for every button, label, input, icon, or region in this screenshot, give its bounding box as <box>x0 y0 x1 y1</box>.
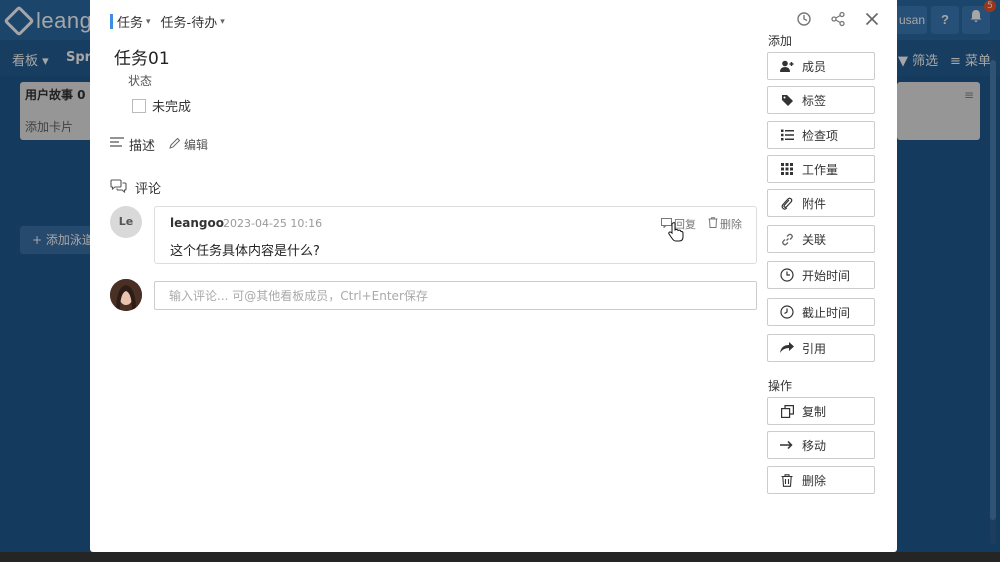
due-time-label: 截止时间 <box>802 305 851 320</box>
delete-comment-button[interactable]: 删除 <box>708 216 742 232</box>
comments-icon <box>110 178 127 197</box>
card-list-select[interactable]: 任务-待办 <box>161 12 218 31</box>
type-color-bar <box>110 14 113 29</box>
ops-section-label: 操作 <box>768 379 793 393</box>
comments-label: 评论 <box>135 182 162 197</box>
start-time-label: 开始时间 <box>802 268 851 283</box>
modal-header-actions <box>795 10 881 28</box>
add-workload-label: 工作量 <box>802 162 839 177</box>
add-tag-label: 标签 <box>802 93 827 108</box>
breadcrumb: 任务 ▾ 任务-待办 ▾ <box>110 12 235 31</box>
comment-author: leangoo <box>170 216 224 230</box>
add-attachment-button[interactable]: 附件 <box>767 189 875 217</box>
add-member-label: 成员 <box>802 59 827 74</box>
checklist-icon <box>780 128 794 142</box>
pencil-icon <box>169 137 181 152</box>
delete-label: 删除 <box>720 218 742 231</box>
trash-icon <box>708 217 718 231</box>
add-tag-button[interactable]: 标签 <box>767 86 875 114</box>
clock-icon <box>780 305 794 319</box>
comment-text: 这个任务具体内容是什么? <box>170 244 320 259</box>
current-user-avatar <box>110 279 142 311</box>
comments-header: 评论 <box>110 178 161 197</box>
comment-item: leangoo 2023-04-25 10:16 回复 删除 这个任务具体内容是… <box>154 206 757 264</box>
avatar: Le <box>110 206 142 238</box>
card-title[interactable]: 任务01 <box>114 44 170 69</box>
add-workload-button[interactable]: 工作量 <box>767 155 875 183</box>
tag-icon <box>780 93 794 107</box>
share-icon[interactable] <box>829 10 847 28</box>
add-section-label: 添加 <box>768 34 793 48</box>
status-label: 状态 <box>128 74 153 88</box>
add-attachment-label: 附件 <box>802 196 827 211</box>
move-card-button[interactable]: 移动 <box>767 431 875 459</box>
add-link-label: 关联 <box>802 232 827 247</box>
copy-icon <box>780 404 794 418</box>
move-card-label: 移动 <box>802 438 827 453</box>
copy-card-label: 复制 <box>802 404 827 419</box>
edit-label: 编辑 <box>184 138 209 152</box>
delete-card-label: 删除 <box>802 473 827 488</box>
start-time-button[interactable]: 开始时间 <box>767 261 875 289</box>
arrow-right-icon <box>780 438 794 452</box>
description-header: 描述 编辑 <box>110 135 208 154</box>
copy-card-button[interactable]: 复制 <box>767 397 875 425</box>
clock-icon <box>780 268 794 282</box>
status-toggle[interactable]: 未完成 <box>132 96 191 115</box>
align-left-icon <box>110 136 125 153</box>
paperclip-icon <box>780 196 794 210</box>
quote-label: 引用 <box>802 341 827 356</box>
delete-card-button[interactable]: 删除 <box>767 466 875 494</box>
comment-input[interactable] <box>154 281 757 310</box>
comment-time: 2023-04-25 10:16 <box>223 217 323 230</box>
share-icon <box>780 341 794 355</box>
history-icon[interactable] <box>795 10 813 28</box>
edit-description-button[interactable]: 编辑 <box>169 136 208 153</box>
card-type-select[interactable]: 任务 <box>117 12 143 31</box>
close-icon[interactable] <box>863 10 881 28</box>
status-value: 未完成 <box>152 100 192 115</box>
add-link-button[interactable]: 关联 <box>767 225 875 253</box>
add-checklist-label: 检查项 <box>802 128 839 143</box>
card-detail-modal: 任务 ▾ 任务-待办 ▾ 任务01 状态 未完成 描述 编辑 评论 Le lea… <box>90 0 897 552</box>
trash-icon <box>780 473 794 487</box>
quote-button[interactable]: 引用 <box>767 334 875 362</box>
description-label: 描述 <box>129 139 156 154</box>
link-icon <box>780 232 794 246</box>
grid-icon <box>780 162 794 176</box>
add-member-button[interactable]: 成员 <box>767 52 875 80</box>
chevron-down-icon: ▾ <box>220 16 225 27</box>
add-checklist-button[interactable]: 检查项 <box>767 121 875 149</box>
hand-cursor-icon <box>668 222 684 246</box>
due-time-button[interactable]: 截止时间 <box>767 298 875 326</box>
add-user-icon <box>780 59 794 73</box>
status-checkbox[interactable] <box>132 98 146 113</box>
chevron-down-icon: ▾ <box>146 16 151 27</box>
